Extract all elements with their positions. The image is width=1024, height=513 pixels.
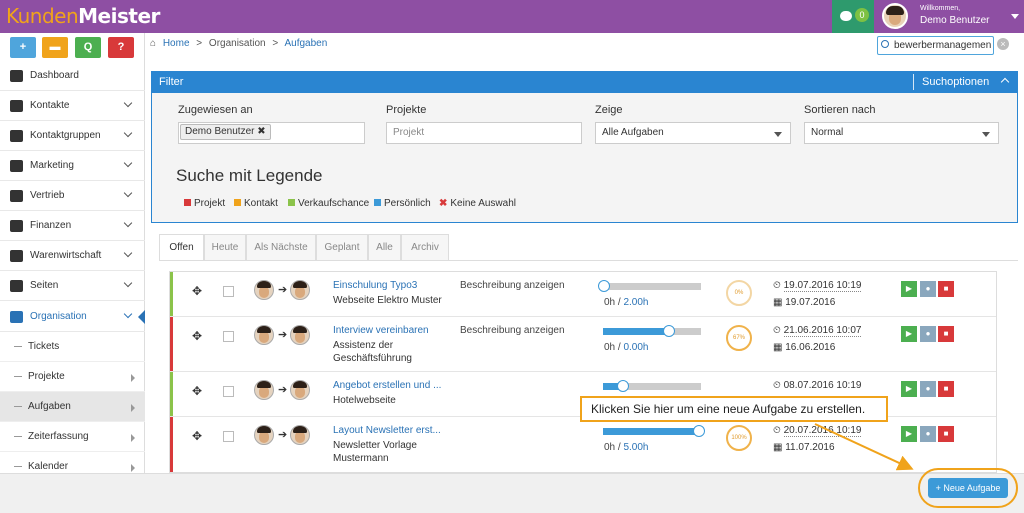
new-task-button[interactable]: + Neue Aufgabe — [928, 478, 1008, 498]
help-tooltip: Klicken Sie hier um eine neue Aufgabe zu… — [580, 396, 888, 422]
annotation-arrow — [814, 423, 914, 471]
